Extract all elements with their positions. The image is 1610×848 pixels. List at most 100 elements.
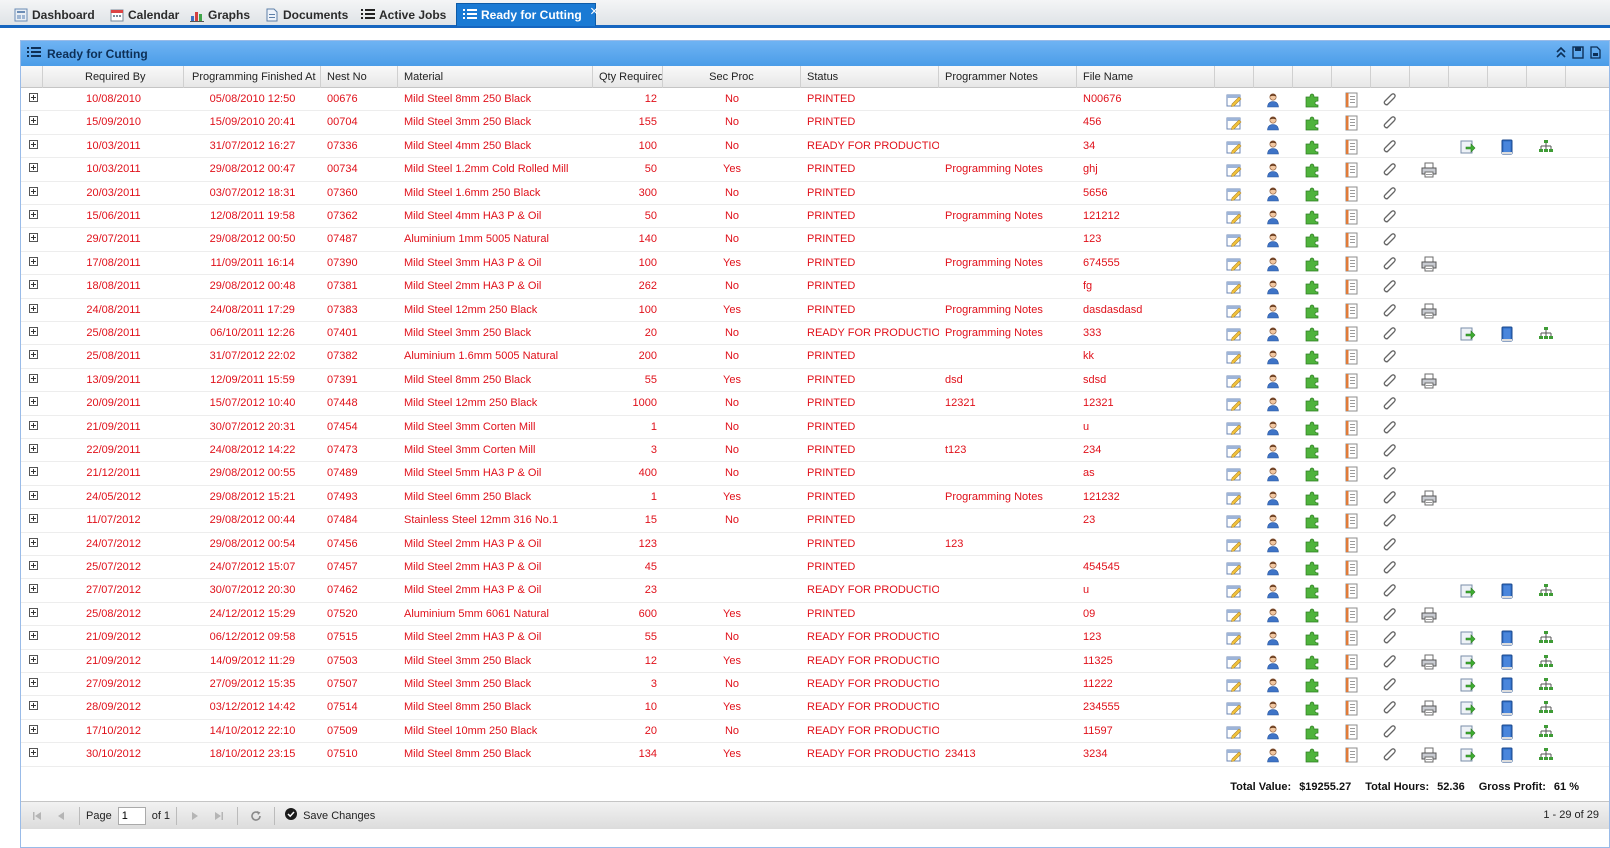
expand-row-icon[interactable] [29,490,38,500]
expand-row-icon[interactable] [29,256,38,266]
puzzle-icon[interactable] [1304,420,1320,436]
table-row[interactable]: 21/09/2012 06/12/2012 09:58 07515 Mild Stee… [21,626,1609,650]
expand-row-icon[interactable] [29,654,38,664]
puzzle-icon[interactable] [1304,583,1320,599]
expand-row-icon[interactable] [29,116,38,126]
paperclip-icon[interactable] [1382,256,1398,272]
puzzle-icon[interactable] [1304,349,1320,365]
paperclip-icon[interactable] [1382,630,1398,646]
puzzle-icon[interactable] [1304,607,1320,623]
puzzle-icon[interactable] [1304,466,1320,482]
edit-job-icon[interactable] [1226,700,1242,716]
table-row[interactable]: 27/07/2012 30/07/2012 20:30 07462 Mild Stee… [21,579,1609,603]
edit-job-icon[interactable] [1226,373,1242,389]
edit-job-icon[interactable] [1226,747,1242,763]
expand-row-icon[interactable] [29,350,38,360]
table-row[interactable]: 21/09/2011 30/07/2012 20:31 07454 Mild Stee… [21,416,1609,439]
user-icon[interactable] [1265,560,1281,576]
expand-row-icon[interactable] [29,584,38,594]
expand-row-icon[interactable] [29,139,38,149]
puzzle-icon[interactable] [1304,560,1320,576]
puzzle-icon[interactable] [1304,115,1320,131]
paperclip-icon[interactable] [1382,232,1398,248]
paperclip-icon[interactable] [1382,396,1398,412]
tab-documents[interactable]: Documents [259,4,353,25]
puzzle-icon[interactable] [1304,326,1320,342]
puzzle-icon[interactable] [1304,537,1320,553]
edit-job-icon[interactable] [1226,607,1242,623]
tab-calendar[interactable]: Calendar [104,4,180,25]
expand-row-icon[interactable] [29,724,38,734]
puzzle-icon[interactable] [1304,654,1320,670]
expand-row-icon[interactable] [29,607,38,617]
edit-job-icon[interactable] [1226,443,1242,459]
table-row[interactable]: 21/12/2011 29/08/2012 00:55 07489 Mild Stee… [21,462,1609,486]
printer-icon[interactable] [1421,162,1437,178]
column-header-status[interactable]: Status [801,66,939,88]
hierarchy-icon[interactable] [1538,724,1554,740]
notes-icon[interactable] [1343,747,1359,763]
printer-icon[interactable] [1421,747,1437,763]
table-row[interactable]: 30/10/2012 18/10/2012 23:15 07510 Mild Stee… [21,743,1609,767]
printer-icon[interactable] [1421,256,1437,272]
expand-row-icon[interactable] [29,514,38,524]
notes-icon[interactable] [1343,490,1359,506]
user-icon[interactable] [1265,583,1281,599]
user-icon[interactable] [1265,677,1281,693]
edit-job-icon[interactable] [1226,537,1242,553]
notes-icon[interactable] [1343,443,1359,459]
expand-row-icon[interactable] [29,210,38,219]
notes-icon[interactable] [1343,654,1359,670]
forward-icon[interactable] [1460,139,1476,155]
user-icon[interactable] [1265,186,1281,202]
paperclip-icon[interactable] [1382,349,1398,365]
column-header-sec-proc[interactable]: Sec Proc [663,66,801,88]
paperclip-icon[interactable] [1382,724,1398,740]
expand-row-icon[interactable] [29,163,38,173]
book-icon[interactable] [1499,747,1515,763]
paperclip-icon[interactable] [1382,466,1398,482]
table-row[interactable]: 25/08/2012 24/12/2012 15:29 07520 Aluminium… [21,603,1609,627]
notes-icon[interactable] [1343,186,1359,202]
column-header-required-by[interactable]: Required By [43,66,184,88]
refresh-icon[interactable] [248,808,264,824]
book-icon[interactable] [1499,139,1515,155]
expand-row-icon[interactable] [29,678,38,687]
tab-graphs[interactable]: Graphs [184,4,250,25]
puzzle-icon[interactable] [1304,139,1320,155]
edit-job-icon[interactable] [1226,139,1242,155]
book-icon[interactable] [1499,630,1515,646]
user-icon[interactable] [1265,630,1281,646]
notes-icon[interactable] [1343,92,1359,108]
user-icon[interactable] [1265,396,1281,412]
previous-page-icon[interactable] [53,808,69,824]
edit-job-icon[interactable] [1226,396,1242,412]
expand-row-icon[interactable] [29,420,38,430]
tab-active-jobs[interactable]: Active Jobs [355,4,453,25]
notes-icon[interactable] [1343,724,1359,740]
table-row[interactable]: 29/07/2011 29/08/2012 00:50 07487 Aluminium… [21,228,1609,252]
paperclip-icon[interactable] [1382,583,1398,599]
edit-job-icon[interactable] [1226,232,1242,248]
notes-icon[interactable] [1343,630,1359,646]
table-row[interactable]: 17/10/2012 14/10/2012 22:10 07509 Mild Stee… [21,720,1609,744]
puzzle-icon[interactable] [1304,396,1320,412]
notes-icon[interactable] [1343,677,1359,693]
user-icon[interactable] [1265,654,1281,670]
paperclip-icon[interactable] [1382,747,1398,763]
expand-row-icon[interactable] [29,467,38,477]
table-row[interactable]: 10/03/2011 31/07/2012 16:27 07336 Mild Stee… [21,135,1609,159]
table-row[interactable]: 25/08/2011 31/07/2012 22:02 07382 Aluminium… [21,345,1609,369]
puzzle-icon[interactable] [1304,303,1320,319]
edit-job-icon[interactable] [1226,349,1242,365]
paperclip-icon[interactable] [1382,115,1398,131]
book-icon[interactable] [1499,583,1515,599]
puzzle-icon[interactable] [1304,700,1320,716]
table-row[interactable]: 20/03/2011 03/07/2012 18:31 07360 Mild Stee… [21,182,1609,205]
paperclip-icon[interactable] [1382,186,1398,202]
notes-icon[interactable] [1343,607,1359,623]
table-row[interactable]: 27/09/2012 27/09/2012 15:35 07507 Mild Stee… [21,673,1609,697]
forward-icon[interactable] [1460,326,1476,342]
notes-icon[interactable] [1343,209,1359,225]
expand-row-icon[interactable] [29,397,38,407]
